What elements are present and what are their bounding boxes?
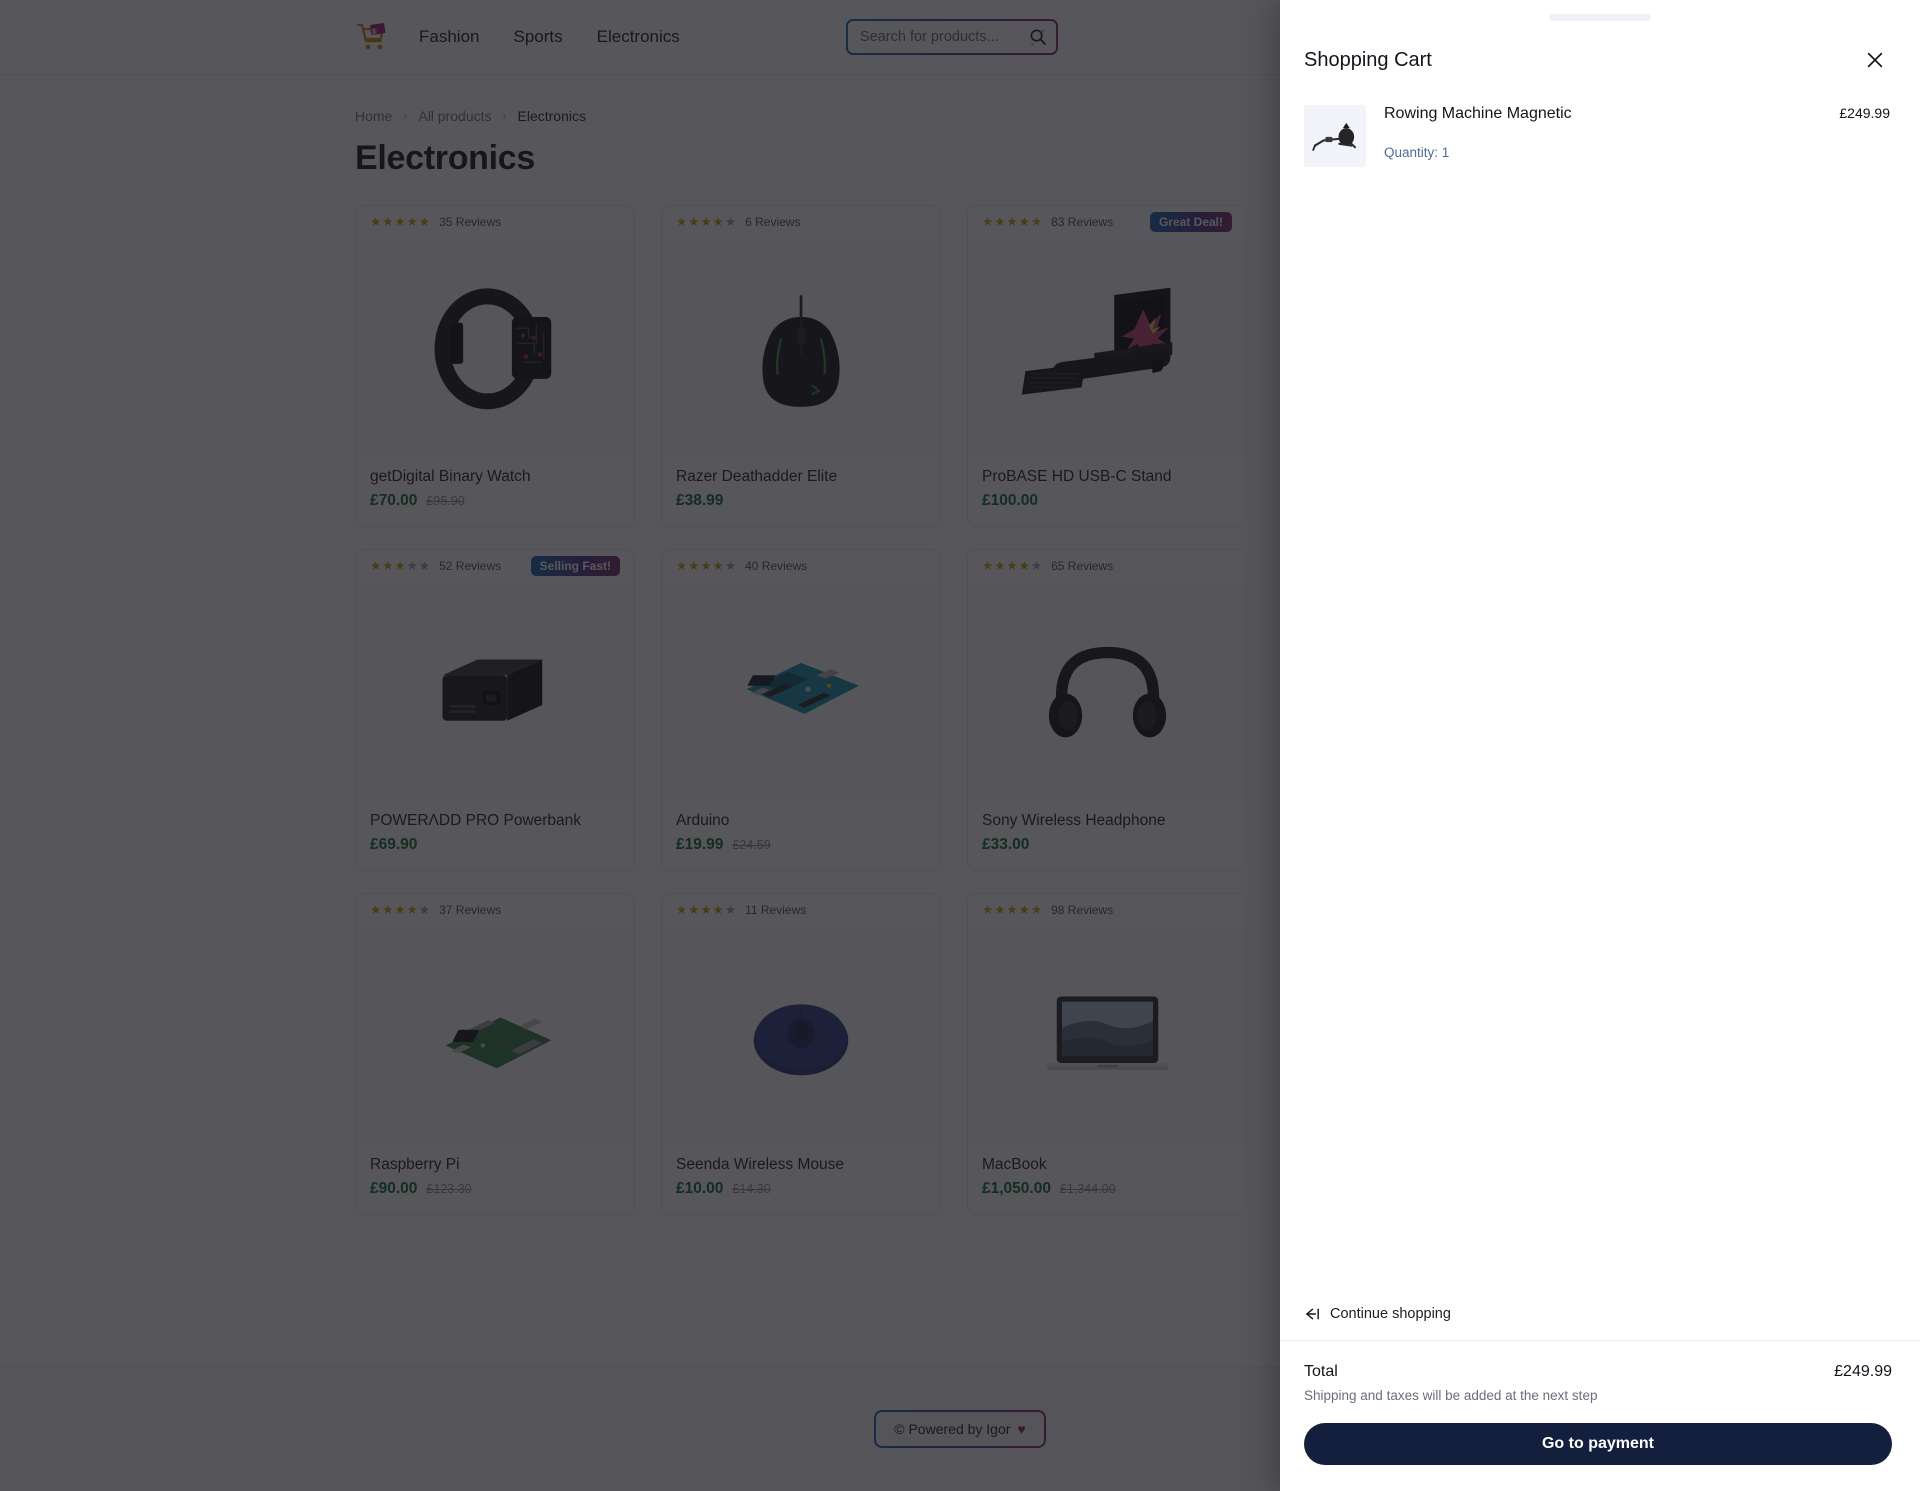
go-to-payment-button[interactable]: Go to payment	[1304, 1423, 1892, 1465]
cart-item-name: Rowing Machine Magnetic	[1384, 105, 1572, 122]
total-label: Total	[1304, 1363, 1338, 1380]
app-root: $ Fashion Sports Electronics	[0, 0, 1920, 1491]
cart-footer: Total £249.99 Shipping and taxes will be…	[1280, 1340, 1920, 1491]
total-amount: £249.99	[1834, 1363, 1892, 1380]
cart-item[interactable]: Rowing Machine Magnetic £249.99 Quantity…	[1304, 105, 1890, 167]
continue-shopping-row: Continue shopping	[1280, 1306, 1920, 1340]
continue-shopping-link[interactable]: Continue shopping	[1330, 1306, 1451, 1322]
shopping-cart-panel: Shopping Cart Rowing Machine Magnetic £2…	[1280, 0, 1920, 1491]
drag-handle[interactable]	[1549, 14, 1651, 21]
close-icon[interactable]	[1860, 45, 1890, 75]
shipping-note: Shipping and taxes will be added at the …	[1304, 1388, 1598, 1403]
arrow-left-to-bar-icon[interactable]	[1304, 1307, 1320, 1321]
cart-item-list: Rowing Machine Magnetic £249.99 Quantity…	[1280, 75, 1920, 1306]
cart-item-price: £249.99	[1839, 105, 1890, 121]
cart-item-thumbnail-rowing-machine	[1304, 105, 1366, 167]
cart-title: Shopping Cart	[1304, 48, 1432, 71]
cart-header: Shopping Cart	[1280, 21, 1920, 75]
cart-item-quantity[interactable]: Quantity: 1	[1384, 145, 1890, 160]
